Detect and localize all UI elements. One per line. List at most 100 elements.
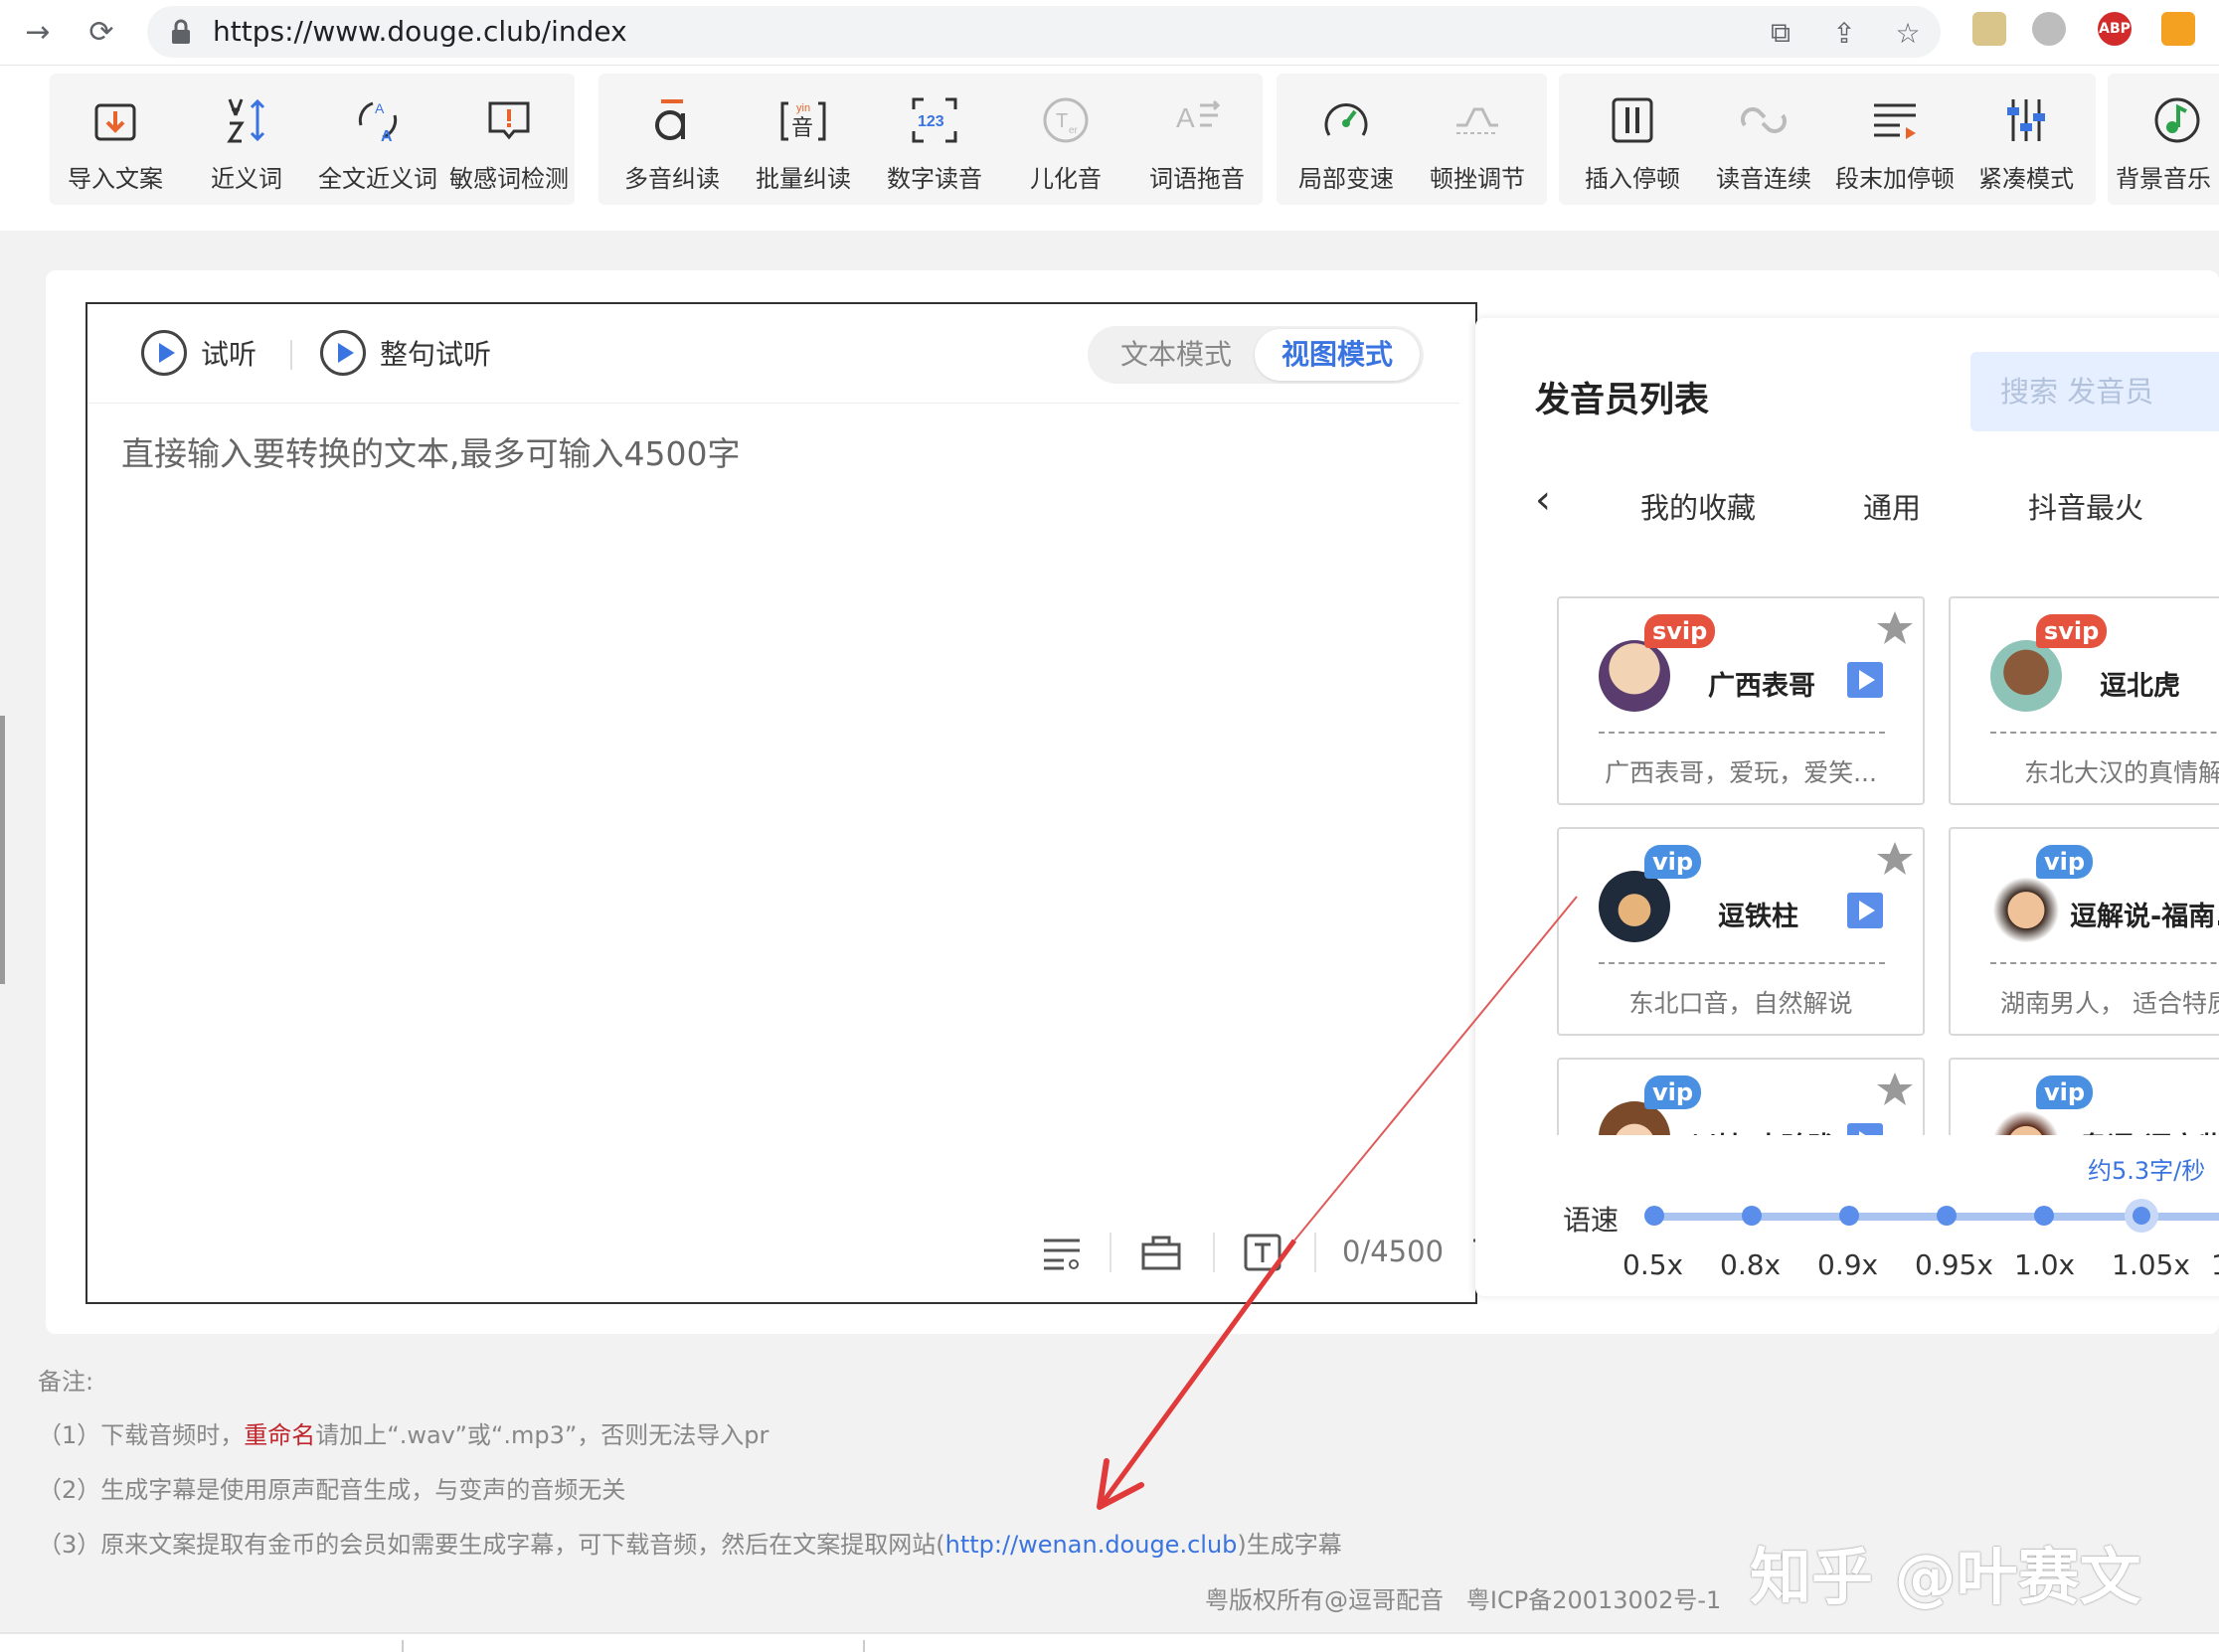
tool-compact-mode[interactable]: 紧凑模式 xyxy=(1961,74,2092,205)
forward-icon[interactable]: → xyxy=(14,8,62,56)
speed-tick: 1.05x xyxy=(2112,1248,2190,1281)
text-editor[interactable]: 试听 整句试听 文本模式 视图模式 直接输入要转换的文本,最多可输入4500字 … xyxy=(85,302,1505,1304)
tool-label: 局部变速 xyxy=(1298,165,1394,193)
voice-desc: 东北大汉的真情解说 xyxy=(2024,758,2219,787)
tool-label: 导入文案 xyxy=(68,165,163,193)
speed-stop[interactable] xyxy=(1839,1206,1859,1226)
divider xyxy=(1110,1233,1111,1272)
tab-view-mode[interactable]: 视图模式 xyxy=(1255,329,1420,381)
icp-link[interactable]: 粤ICP备20013002号-1 xyxy=(1466,1586,1721,1614)
tool-batch-correct[interactable]: yin 音 批量纠读 xyxy=(738,74,869,205)
speed-stop[interactable] xyxy=(1644,1206,1664,1226)
vip-badge: vip xyxy=(2036,1075,2094,1109)
toolbar-group-speed: 局部变速 顿挫调节 xyxy=(1277,74,1547,205)
tool-local-speed[interactable]: 局部变速 xyxy=(1280,74,1412,205)
voice-card[interactable]: vip 粤语-逗立紫 xyxy=(1949,1058,2219,1135)
note-text: )生成字幕 xyxy=(1237,1531,1342,1559)
image-icon[interactable] xyxy=(1972,12,2006,46)
preview-button[interactable]: 试听 xyxy=(141,328,256,378)
tool-import[interactable]: 导入文案 xyxy=(50,74,181,205)
search-voice-input[interactable]: 搜索 发音员 xyxy=(1970,352,2219,431)
copyright-text: 粤版权所有@逗哥配音 xyxy=(1205,1586,1444,1614)
speed-stop[interactable] xyxy=(1742,1206,1762,1226)
text-input-placeholder[interactable]: 直接输入要转换的文本,最多可输入4500字 xyxy=(121,427,740,475)
left-edge-tab[interactable] xyxy=(0,716,5,984)
voice-name: 广西表哥 xyxy=(1708,671,1815,702)
erhua-icon: Ter xyxy=(1043,97,1089,143)
tool-polyphone[interactable]: 多音纠读 xyxy=(606,74,738,205)
divider xyxy=(402,1640,404,1652)
speedometer-icon xyxy=(1324,103,1368,136)
play-icon xyxy=(320,330,366,376)
import-icon xyxy=(94,103,136,141)
pinyin-bracket-icon: yin 音 xyxy=(780,101,826,141)
preview-label: 试听 xyxy=(201,338,257,371)
voice-card[interactable]: svip 逗北虎 东北大汉的真情解说 xyxy=(1949,596,2219,805)
star-icon[interactable] xyxy=(1875,839,1915,879)
speed-stop[interactable] xyxy=(2034,1206,2054,1226)
voice-name: 川妹-水玲珑 xyxy=(1690,1125,1835,1135)
insert-pause-icon xyxy=(1612,97,1653,143)
tool-cadence[interactable]: 顿挫调节 xyxy=(1412,74,1543,205)
tool-label: 近义词 xyxy=(211,165,282,193)
tab-text-mode[interactable]: 文本模式 xyxy=(1094,326,1259,384)
wenan-link[interactable]: http://wenan.douge.club xyxy=(945,1531,1238,1559)
address-bar[interactable]: https://www.douge.club/index ⧉ ⇪ ☆ xyxy=(147,6,1941,58)
tool-label: 顿挫调节 xyxy=(1430,165,1525,193)
play-icon[interactable] xyxy=(1847,662,1883,698)
sentence-preview-button[interactable]: 整句试听 xyxy=(320,328,491,378)
format-list-icon[interactable] xyxy=(1042,1233,1082,1272)
toolbox-icon[interactable] xyxy=(1141,1233,1181,1272)
tool-label: 全文近义词 xyxy=(318,165,437,193)
tool-full-synonym[interactable]: AA 全文近义词 xyxy=(312,74,443,205)
play-icon[interactable] xyxy=(1847,893,1883,928)
voice-card[interactable]: vip 逗解说-福南... 湖南男人， 适合特质解说 xyxy=(1949,827,2219,1036)
tool-paragraph-pause[interactable]: 段末加停顿 xyxy=(1829,74,1961,205)
star-icon[interactable] xyxy=(1875,1070,1915,1109)
chevron-left-icon[interactable]: ‹ xyxy=(1535,477,1551,523)
avatar xyxy=(1990,871,2062,942)
star-icon[interactable] xyxy=(1875,608,1915,648)
tool-continuous[interactable]: 读音连续 xyxy=(1698,74,1829,205)
bookmark-star-icon[interactable]: ☆ xyxy=(1891,16,1925,50)
tool-background-music[interactable]: 背景音乐 xyxy=(2112,74,2219,205)
tool-word-drag[interactable]: A 词语拖音 xyxy=(1131,74,1263,205)
tool-synonym[interactable]: 近义词 xyxy=(181,74,312,205)
divider xyxy=(863,1640,865,1652)
color-icon[interactable] xyxy=(2032,12,2066,46)
speed-slider-handle[interactable] xyxy=(2125,1199,2158,1233)
voice-card[interactable]: svip 广西表哥 广西表哥，爱玩，爱笑... xyxy=(1557,596,1925,805)
tool-number-reading[interactable]: 123 数字读音 xyxy=(869,74,1000,205)
abp-icon[interactable]: ABP xyxy=(2098,12,2132,46)
tool-label: 段末加停顿 xyxy=(1835,165,1955,193)
tool-sensitive-check[interactable]: 敏感词检测 xyxy=(443,74,575,205)
tool-label: 数字读音 xyxy=(887,165,982,193)
note-line-2: （2）生成字幕是使用原声配音生成，与变声的音频无关 xyxy=(38,1476,626,1504)
tab-general[interactable]: 通用 xyxy=(1863,485,1921,527)
tool-insert-pause[interactable]: 插入停顿 xyxy=(1567,74,1698,205)
avatar xyxy=(1990,640,2062,712)
speed-stop[interactable] xyxy=(1937,1206,1957,1226)
tool-label: 批量纠读 xyxy=(756,165,851,193)
share-icon[interactable]: ⇪ xyxy=(1827,16,1861,50)
divider xyxy=(290,340,292,370)
play-icon[interactable] xyxy=(1847,1123,1883,1135)
voice-card[interactable]: vip 川妹-水玲珑 xyxy=(1557,1058,1925,1135)
svg-text:A: A xyxy=(1176,102,1195,133)
voice-card[interactable]: vip 逗铁柱 东北口音，自然解说 xyxy=(1557,827,1925,1036)
voice-name: 逗解说-福南... xyxy=(2070,902,2219,932)
open-external-icon[interactable]: ⧉ xyxy=(1764,16,1797,50)
swap-letters-icon: AA xyxy=(358,100,398,145)
editor-header: 试听 整句试听 文本模式 视图模式 xyxy=(87,304,1459,404)
tab-douyin-hot[interactable]: 抖音最火 xyxy=(2028,485,2143,527)
toolbar-group-pause: 插入停顿 读音连续 段末加停顿 紧凑模式 xyxy=(1559,74,2096,205)
reload-icon[interactable]: ⟳ xyxy=(78,8,125,56)
text-box-icon[interactable] xyxy=(1243,1233,1282,1272)
char-counter: 0/4500 xyxy=(1342,1235,1445,1268)
tab-favorites[interactable]: 我的收藏 xyxy=(1640,485,1756,527)
clock-icon[interactable] xyxy=(2161,12,2195,46)
synonym-sort-icon xyxy=(227,98,265,143)
speed-label: 语速 xyxy=(1563,1204,1620,1237)
tool-erhua[interactable]: Ter 儿化音 xyxy=(1000,74,1131,205)
sliders-icon xyxy=(2007,99,2045,141)
